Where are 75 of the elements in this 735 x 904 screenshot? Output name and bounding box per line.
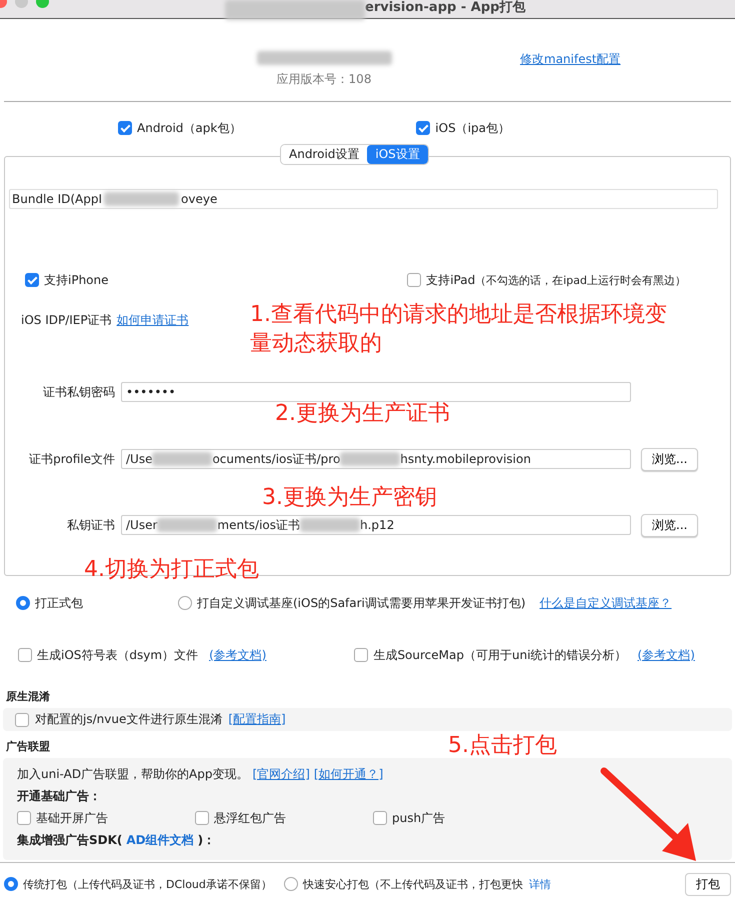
annotation-text: 3.更换为生产密钥 — [262, 484, 437, 512]
ads-link[interactable]: [官网介绍] — [252, 766, 310, 782]
blurred-area — [157, 518, 218, 532]
field-label: 证书私钥密码 — [42, 384, 115, 400]
blurred-area — [340, 452, 400, 466]
ad-docs-link[interactable]: AD组件文档 — [126, 832, 194, 848]
checkbox[interactable] — [15, 712, 29, 726]
checkbox-label: 生成iOS符号表（dsym）文件 — [37, 646, 198, 664]
password-field[interactable]: ••••••• — [121, 382, 631, 402]
radio-label: 打自定义调试基座(iOS的Safari调试需要用苹果开发证书打包) — [197, 594, 526, 612]
blurred-area — [152, 452, 212, 466]
details-link[interactable]: 详情 — [528, 876, 551, 892]
field-text: ocuments/ios证书/pro — [212, 450, 340, 468]
checkbox[interactable] — [118, 121, 132, 135]
ad-sdk-text: 集成增强广告SDK( AD组件文档 )： — [17, 830, 216, 850]
checkbox-label: 悬浮红包广告 — [214, 810, 286, 826]
checkbox-label: 支持iPad（不勾选的话，在ipad上运行时会有黑边） — [426, 272, 686, 288]
version-text: 应用版本号：108 — [276, 71, 372, 88]
checkbox[interactable] — [17, 811, 31, 825]
radio-button[interactable] — [4, 877, 18, 891]
browse-button[interactable]: 浏览... — [641, 448, 698, 470]
debug-base-help-link[interactable]: 什么是自定义调试基座？ — [540, 594, 672, 612]
field-text: hsnty.mobileprovision — [400, 452, 531, 466]
field-label: 证书profile文件 — [28, 450, 115, 468]
file-path-field[interactable]: /User ments/ios证书 h.p12 — [121, 515, 631, 535]
checkbox-label: 基础开屏广告 — [36, 810, 108, 826]
browse-button[interactable]: 浏览... — [641, 514, 698, 536]
checkbox[interactable] — [407, 273, 422, 287]
radio-button[interactable] — [284, 877, 298, 891]
checkbox[interactable] — [354, 648, 368, 662]
radio-button[interactable] — [16, 596, 30, 610]
reference-doc-link[interactable]: (参考文档) — [209, 646, 266, 664]
annotation-text: 4.切换为打正式包 — [84, 556, 259, 584]
radio-label: 传统打包（上传代码及证书，DCloud承诺不保留） — [23, 876, 272, 892]
field-text: h.p12 — [360, 518, 394, 532]
field-label: 私钥证书 — [66, 516, 115, 534]
field-text: /User — [126, 518, 158, 532]
bundle-id-field[interactable]: Bundle ID(AppI oveye — [9, 189, 718, 209]
radio-button[interactable] — [178, 596, 192, 610]
field-text: oveye — [181, 192, 218, 206]
checkbox-label: 生成SourceMap（可用于uni统计的错误分析） — [373, 646, 627, 664]
reference-doc-link[interactable]: (参考文档) — [638, 646, 695, 664]
apply-cert-link[interactable]: 如何申请证书 — [116, 312, 189, 328]
checkbox[interactable] — [416, 121, 430, 135]
checkbox[interactable] — [18, 648, 32, 662]
annotation-text: 2.更换为生产证书 — [275, 400, 450, 428]
field-text: ••••••• — [126, 385, 176, 399]
section-title: 广告联盟 — [6, 740, 50, 753]
checkbox-label: push广告 — [392, 810, 446, 826]
window-title: ervision-app - App打包 — [365, 0, 526, 16]
manifest-link[interactable]: 修改manifest配置 — [520, 51, 621, 68]
field-text: ments/ios证书 — [217, 516, 300, 534]
ads-intro-text: 加入uni-AD广告联盟，帮助你的App变现。 — [17, 766, 249, 782]
field-text: Bundle ID(AppI — [12, 192, 102, 206]
checkbox-label: 对配置的js/nvue文件进行原生混淆 — [35, 711, 222, 728]
radio-label: 快速安心打包（不上传代码及证书，打包更快 — [302, 876, 523, 892]
blurred-area — [300, 518, 360, 532]
pack-button[interactable]: 打包 — [685, 872, 731, 896]
tab[interactable]: iOS设置 — [367, 145, 428, 164]
field-label: iOS IDP/IEP证书 — [21, 312, 112, 328]
config-guide-link[interactable]: [配置指南] — [228, 711, 286, 728]
file-path-field[interactable]: /Use ocuments/ios证书/pro hsnty.mobileprovision — [121, 449, 631, 469]
checkbox-label: iOS（ipa包） — [435, 120, 510, 136]
checkbox-label: Android（apk包） — [137, 120, 242, 136]
checkbox[interactable] — [373, 811, 387, 825]
annotation-text: 1.查看代码中的请求的地址是否根据环境变量动态获取的 — [250, 301, 668, 358]
section-title: 原生混淆 — [6, 690, 50, 703]
field-text: /Use — [126, 452, 152, 466]
basic-ads-title: 开通基础广告： — [17, 788, 102, 804]
checkbox[interactable] — [195, 811, 209, 825]
ads-link[interactable]: [如何开通？] — [314, 766, 384, 782]
radio-label: 打正式包 — [35, 594, 83, 612]
annotation-text: 5.点击打包 — [448, 732, 557, 760]
checkbox[interactable] — [25, 273, 39, 287]
checkbox-label: 支持iPhone — [44, 272, 109, 288]
